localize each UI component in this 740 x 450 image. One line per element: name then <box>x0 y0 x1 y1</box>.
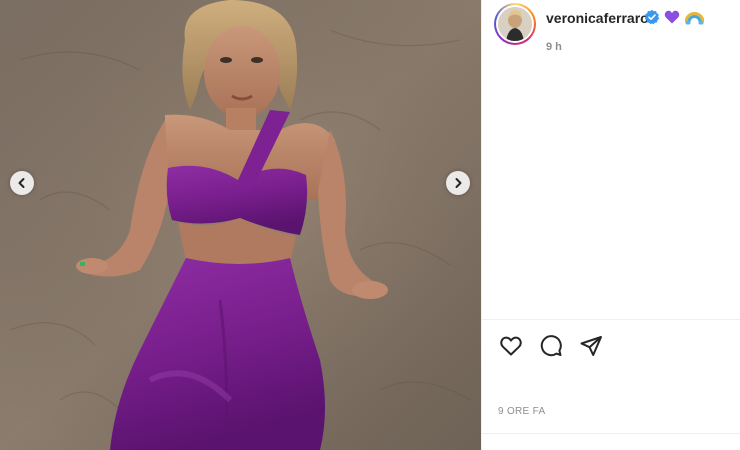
post-timestamp: 9 ORE FA <box>498 406 546 417</box>
comment-button[interactable] <box>538 333 564 359</box>
username[interactable]: veronicaferraro <box>546 10 649 26</box>
chevron-left-icon <box>18 178 25 188</box>
avatar <box>498 7 532 41</box>
divider <box>482 319 740 320</box>
post-photo <box>0 0 481 450</box>
paper-plane-icon <box>580 336 602 356</box>
heart-icon <box>500 336 522 356</box>
comment-icon <box>540 335 562 357</box>
post-time-relative: 9 h <box>546 41 562 53</box>
verified-badge-icon <box>644 9 660 25</box>
share-button[interactable] <box>578 333 604 359</box>
post-header: veronicaferraro 9 h <box>482 0 740 60</box>
avatar-photo <box>498 7 532 41</box>
chevron-right-icon <box>455 178 462 188</box>
like-button[interactable] <box>498 333 524 359</box>
purple-heart-emoji <box>664 10 680 24</box>
post-media[interactable] <box>0 0 481 450</box>
post-actions <box>498 333 604 359</box>
post-side-panel: veronicaferraro 9 h 9 ORE FA <box>481 0 740 450</box>
divider <box>482 433 740 434</box>
rainbow-emoji <box>685 12 704 25</box>
carousel-prev-button[interactable] <box>10 171 34 195</box>
story-ring[interactable] <box>494 3 536 45</box>
carousel-next-button[interactable] <box>446 171 470 195</box>
